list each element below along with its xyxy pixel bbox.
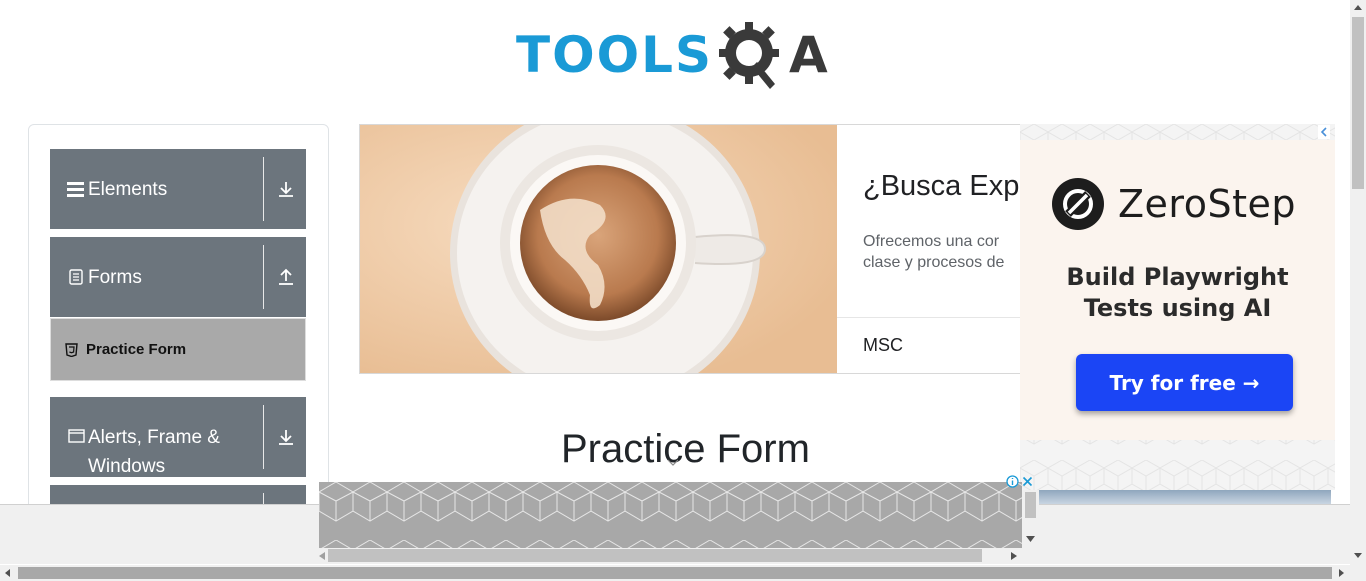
logo-tools-text: TOOLS	[516, 26, 713, 84]
scrollbar-thumb[interactable]	[328, 549, 982, 562]
ad-body: Ofrecemos una cor clase y procesos de	[863, 231, 1004, 273]
ad-title: ¿Busca Expo	[863, 170, 1036, 202]
scroll-left-icon[interactable]	[5, 569, 10, 577]
scroll-down-icon[interactable]	[1026, 536, 1035, 542]
window-icon	[66, 429, 86, 443]
scrollbar-thumb[interactable]	[18, 567, 1332, 579]
sidebar-item-label: Practice Form	[86, 341, 187, 358]
ad-tagline-line: Build Playwright	[1066, 263, 1289, 291]
document-icon	[66, 269, 86, 285]
scroll-right-icon[interactable]	[1011, 552, 1017, 560]
page-title: Practice Form	[561, 427, 810, 471]
ad-brand: MSC	[863, 335, 903, 355]
zerostep-logo: ZeroStep	[1052, 178, 1296, 230]
download-arrow-icon[interactable]	[276, 179, 296, 199]
coffee-cup-image	[360, 125, 837, 373]
sidebar: Elements Forms Practice Form Alerts, Fra…	[28, 124, 329, 524]
ad-close-icon[interactable]	[1318, 125, 1330, 139]
logo-a-text: A	[789, 26, 828, 84]
ad-scrollbar-vertical[interactable]	[1022, 490, 1039, 548]
html5-icon	[65, 342, 81, 357]
scrollbar-thumb[interactable]	[1352, 17, 1364, 189]
ad-tagline: Build Playwright Tests using AI	[1020, 262, 1335, 324]
divider	[263, 405, 264, 469]
sidebar-item-practice-form[interactable]: Practice Form	[50, 318, 306, 381]
toolsqa-logo[interactable]: TOOLS A	[516, 18, 838, 92]
scroll-down-icon[interactable]	[1354, 553, 1362, 558]
sidebar-group-label: Elements	[88, 178, 168, 200]
scroll-left-icon[interactable]	[319, 552, 325, 560]
ad-brand: ZeroStep	[1118, 182, 1296, 226]
ad-banner-main[interactable]: ¿Busca Expo Ofrecemos una cor clase y pr…	[359, 124, 1059, 374]
ad-body-line: Ofrecemos una cor	[863, 233, 1000, 250]
chevron-down-icon	[667, 459, 679, 466]
ad-body-line: clase y procesos de	[863, 254, 1005, 271]
ad-choices[interactable]	[1006, 474, 1038, 488]
gear-q-icon	[717, 18, 787, 92]
hamburger-icon	[66, 181, 86, 197]
sidebar-group-label: Alerts, Frame & Windows	[88, 427, 220, 477]
info-icon[interactable]	[1006, 474, 1019, 488]
divider	[263, 245, 264, 309]
sidebar-group-elements[interactable]: Elements	[50, 149, 306, 229]
ad-banner-bottom[interactable]	[319, 482, 1022, 548]
divider	[263, 157, 264, 221]
scroll-right-icon[interactable]	[1339, 569, 1344, 577]
ad-background-pattern	[319, 482, 1022, 548]
upload-arrow-icon[interactable]	[276, 267, 296, 287]
try-for-free-button[interactable]: Try for free →	[1076, 354, 1293, 411]
zerostep-icon	[1052, 178, 1104, 230]
ad-tagline-line: Tests using AI	[1083, 294, 1272, 322]
ad-banner-side[interactable]: ZeroStep Build Playwright Tests using AI…	[1020, 124, 1335, 490]
sidebar-group-forms[interactable]: Forms	[50, 237, 306, 317]
ad-strip-image	[1039, 490, 1331, 504]
sidebar-group-alerts[interactable]: Alerts, Frame & Windows	[50, 397, 306, 477]
close-icon[interactable]	[1022, 476, 1033, 487]
page: TOOLS A Elements Forms Practice Form Ale…	[0, 0, 1366, 581]
download-arrow-icon[interactable]	[276, 427, 296, 447]
sidebar-group-label: Forms	[88, 266, 142, 288]
ad-card: ZeroStep Build Playwright Tests using AI…	[1020, 140, 1335, 440]
scrollbar-thumb[interactable]	[1025, 492, 1036, 518]
scroll-up-icon[interactable]	[1354, 5, 1362, 10]
